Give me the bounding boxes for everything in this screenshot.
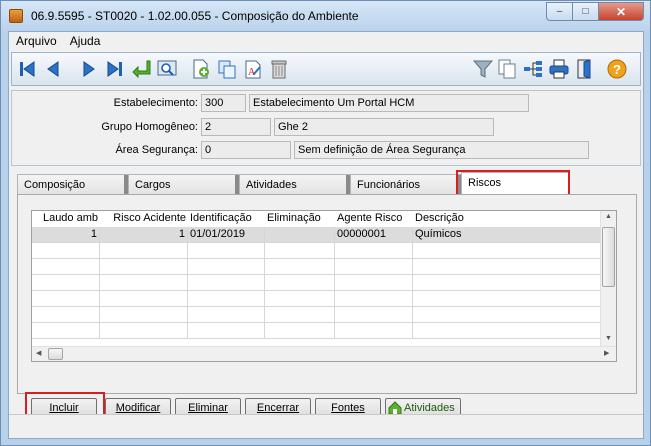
tab-funcionarios-label: Funcionários	[357, 179, 420, 191]
previous-icon[interactable]	[42, 58, 64, 80]
window-title: 06.9.5595 - ST0020 - 1.02.00.055 - Compo…	[31, 9, 359, 23]
riscos-panel: Laudo amb Risco Acidente Identificação E…	[17, 194, 637, 422]
print-icon[interactable]	[548, 58, 570, 80]
table-row[interactable]	[32, 323, 602, 339]
atividades-label: Atividades	[404, 402, 455, 414]
goto-icon[interactable]	[130, 58, 152, 80]
toolbar: A ?	[11, 52, 641, 86]
tab-composicao[interactable]: Composição	[17, 174, 128, 194]
tab-riscos[interactable]: Riscos	[461, 172, 570, 195]
table-row[interactable]	[32, 291, 602, 307]
tab-atividades[interactable]: Atividades	[239, 174, 350, 194]
header-fields: Estabelecimento: 300 Estabelecimento Um …	[11, 90, 641, 166]
maximize-button[interactable]: □	[573, 2, 599, 21]
menu-bar: Arquivo Ajuda	[9, 32, 643, 50]
next-icon[interactable]	[78, 58, 100, 80]
document-icon[interactable]	[496, 58, 518, 80]
vertical-scroll-thumb[interactable]	[602, 227, 615, 287]
scroll-down-icon[interactable]: ▼	[605, 335, 612, 342]
close-button[interactable]: ✕	[599, 2, 644, 21]
col-agente-risco[interactable]: Agente Risco	[335, 211, 413, 227]
tab-cargos-label: Cargos	[135, 179, 171, 191]
fontes-label: Fontes	[331, 402, 365, 414]
menu-ajuda[interactable]: Ajuda	[63, 34, 107, 48]
search-icon[interactable]	[156, 58, 178, 80]
tab-composicao-label: Composição	[24, 179, 86, 191]
horizontal-scroll-thumb[interactable]	[48, 348, 63, 360]
cell-eliminacao	[265, 227, 335, 242]
col-risco-acidente[interactable]: Risco Acidente	[100, 211, 188, 227]
col-identificacao[interactable]: Identificação	[188, 211, 265, 227]
encerrar-label: Encerrar	[256, 402, 300, 414]
col-eliminacao[interactable]: Eliminação	[265, 211, 335, 227]
grupo-name-field: Ghe 2	[274, 118, 494, 136]
incluir-label: Incluir	[49, 402, 79, 414]
title-bar: 06.9.5595 - ST0020 - 1.02.00.055 - Compo…	[1, 1, 650, 31]
menu-arquivo[interactable]: Arquivo	[9, 34, 63, 48]
table-row[interactable]	[32, 243, 602, 259]
cell-risco-acidente: 1	[100, 227, 188, 242]
grid-rows: 1 1 01/01/2019 00000001 Químicos	[32, 227, 602, 339]
cell-identificacao: 01/01/2019	[188, 227, 265, 242]
cell-laudo-amb: 1	[32, 227, 100, 242]
new-icon[interactable]	[190, 58, 212, 80]
scroll-up-icon[interactable]: ▲	[605, 213, 612, 220]
area-seguranca-label: Área Segurança:	[115, 144, 198, 156]
grupo-homogeneo-label: Grupo Homogêneo:	[101, 121, 198, 133]
table-row[interactable]: 1 1 01/01/2019 00000001 Químicos	[32, 227, 602, 243]
copy-icon[interactable]	[216, 58, 238, 80]
table-row[interactable]	[32, 275, 602, 291]
table-row[interactable]	[32, 259, 602, 275]
scroll-right-icon[interactable]: ▶	[604, 349, 609, 357]
vertical-scrollbar[interactable]: ▲ ▼	[600, 211, 616, 347]
tab-atividades-label: Atividades	[246, 179, 297, 191]
help-icon[interactable]: ?	[606, 58, 628, 80]
edit-icon[interactable]: A	[242, 58, 264, 80]
filter-icon[interactable]	[472, 58, 494, 80]
riscos-grid[interactable]: Laudo amb Risco Acidente Identificação E…	[31, 210, 617, 362]
scroll-left-icon[interactable]: ◀	[36, 349, 41, 357]
grid-header: Laudo amb Risco Acidente Identificação E…	[32, 211, 602, 227]
tree-icon[interactable]	[522, 58, 544, 80]
horizontal-scrollbar[interactable]: ◀ ▶	[32, 346, 616, 361]
tab-cargos[interactable]: Cargos	[128, 174, 239, 194]
first-icon[interactable]	[16, 58, 38, 80]
status-bar	[9, 414, 643, 436]
eliminar-label: Eliminar	[188, 402, 228, 414]
tab-bar: Composição Cargos Atividades Funcionário…	[17, 170, 637, 197]
tab-funcionarios[interactable]: Funcionários	[350, 174, 461, 194]
exit-icon[interactable]	[574, 58, 596, 80]
grupo-code-field[interactable]: 2	[201, 118, 271, 136]
house-icon	[388, 401, 402, 415]
tab-riscos-label: Riscos	[468, 177, 502, 189]
col-descricao[interactable]: Descrição	[413, 211, 563, 227]
cell-descricao: Químicos	[415, 228, 462, 240]
table-row[interactable]	[32, 307, 602, 323]
estabelecimento-label: Estabelecimento:	[113, 97, 198, 109]
estabelecimento-code-field[interactable]: 300	[201, 94, 246, 112]
minimize-button[interactable]: –	[546, 2, 573, 21]
area-code-field[interactable]: 0	[201, 141, 291, 159]
svg-text:?: ?	[613, 62, 621, 77]
client-area: Arquivo Ajuda A ? Estabelecimento: 300 E…	[8, 31, 644, 439]
delete-icon[interactable]	[268, 58, 290, 80]
area-name-field: Sem definição de Área Segurança	[294, 141, 589, 159]
last-icon[interactable]	[104, 58, 126, 80]
cell-agente-risco: 00000001	[335, 227, 413, 242]
estabelecimento-name-field: Estabelecimento Um Portal HCM	[249, 94, 529, 112]
modificar-label: Modificar	[115, 402, 161, 414]
application-window: 06.9.5595 - ST0020 - 1.02.00.055 - Compo…	[0, 0, 651, 446]
app-icon	[9, 9, 23, 23]
col-laudo-amb[interactable]: Laudo amb	[32, 211, 100, 227]
